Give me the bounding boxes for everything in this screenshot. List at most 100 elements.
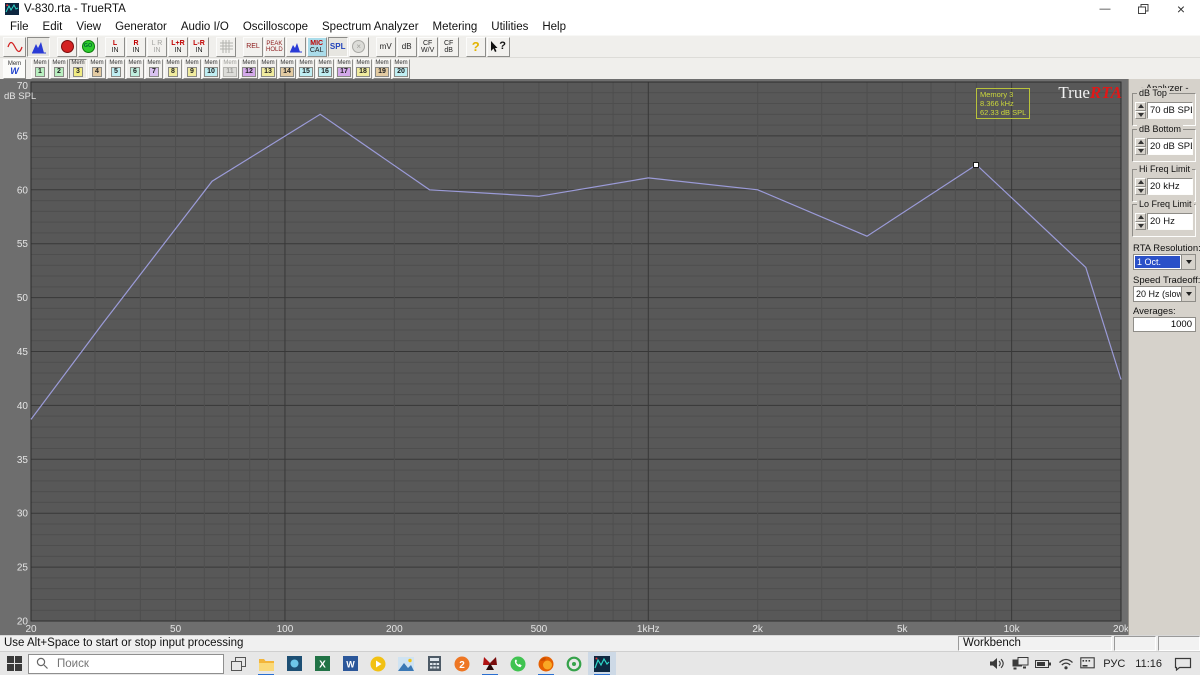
stop-button[interactable] bbox=[57, 36, 77, 57]
language-indicator[interactable]: РУС bbox=[1101, 658, 1127, 670]
peak-hold-button[interactable]: PEAK HOLD bbox=[264, 36, 285, 57]
l-minus-r-input-button[interactable]: L-R IN bbox=[189, 36, 209, 57]
menu-oscilloscope[interactable]: Oscilloscope bbox=[236, 20, 315, 34]
mem-button-7[interactable]: Mem 7 bbox=[145, 58, 163, 79]
crest-factor-db-button[interactable]: CF dB bbox=[438, 36, 459, 57]
l-plus-r-input-button[interactable]: L+R IN bbox=[168, 36, 188, 57]
menu-file[interactable]: File bbox=[3, 20, 36, 34]
mem-button-12[interactable]: Mem 12 bbox=[240, 58, 258, 79]
taskbar-app-firefox[interactable] bbox=[532, 652, 560, 675]
db-top-field[interactable]: 70 dB SPL bbox=[1147, 102, 1193, 119]
menu-audio-i-o[interactable]: Audio I/O bbox=[174, 20, 236, 34]
action-center-icon[interactable] bbox=[1174, 657, 1192, 671]
generator-sine-button[interactable] bbox=[3, 36, 26, 57]
taskbar-app-2gis[interactable]: 2 bbox=[448, 652, 476, 675]
spectrum-analyzer-button[interactable] bbox=[27, 36, 50, 57]
menu-generator[interactable]: Generator bbox=[108, 20, 174, 34]
context-help-button[interactable]: ? bbox=[486, 36, 510, 57]
taskbar-app-whatsapp[interactable] bbox=[504, 652, 532, 675]
menu-utilities[interactable]: Utilities bbox=[484, 20, 535, 34]
hi-freq-field[interactable]: 20 kHz bbox=[1147, 178, 1193, 195]
search-input[interactable] bbox=[55, 656, 195, 671]
taskbar-app-word[interactable]: W bbox=[336, 652, 364, 675]
svg-text:W: W bbox=[346, 660, 355, 670]
hi-freq-up-button[interactable] bbox=[1135, 178, 1146, 187]
taskbar-app-calculator[interactable] bbox=[420, 652, 448, 675]
left-input-button[interactable]: L IN bbox=[105, 36, 125, 57]
mem-button-3[interactable]: Mem 3 bbox=[69, 58, 87, 79]
hi-freq-down-button[interactable] bbox=[1135, 186, 1146, 195]
mem-button-6[interactable]: Mem 6 bbox=[126, 58, 144, 79]
taskbar-app-photos[interactable] bbox=[280, 652, 308, 675]
battery-icon[interactable] bbox=[1035, 658, 1052, 670]
volume-icon[interactable] bbox=[989, 657, 1006, 670]
clock[interactable]: 11:16 bbox=[1133, 658, 1164, 670]
lo-freq-field[interactable]: 20 Hz bbox=[1147, 213, 1193, 230]
mem-number: 7 bbox=[149, 67, 159, 77]
mem-button-13[interactable]: Mem 13 bbox=[259, 58, 277, 79]
mem-button-17[interactable]: Mem 17 bbox=[335, 58, 353, 79]
minimize-button[interactable]: — bbox=[1086, 0, 1124, 18]
dropdown-arrow-icon[interactable] bbox=[1181, 287, 1195, 301]
wifi-icon[interactable] bbox=[1058, 658, 1074, 670]
db-units-button[interactable]: dB bbox=[396, 36, 417, 57]
spl-button[interactable]: SPL bbox=[327, 36, 348, 57]
mini-spectrum-button[interactable] bbox=[285, 36, 306, 57]
db-bottom-spinner bbox=[1135, 138, 1146, 155]
mem-button-5[interactable]: Mem 5 bbox=[107, 58, 125, 79]
monitor-icon[interactable] bbox=[1012, 657, 1029, 670]
menu-edit[interactable]: Edit bbox=[36, 20, 70, 34]
lo-freq-up-button[interactable] bbox=[1135, 213, 1146, 222]
mem-button-19[interactable]: Mem 19 bbox=[373, 58, 391, 79]
mem-button-15[interactable]: Mem 15 bbox=[297, 58, 315, 79]
mem-button-w[interactable]: Mem W bbox=[3, 58, 26, 79]
menu-view[interactable]: View bbox=[69, 20, 108, 34]
keyboard-layout-icon[interactable] bbox=[1080, 657, 1095, 670]
rta-resolution-dropdown[interactable]: 1 Oct. bbox=[1133, 254, 1196, 270]
menu-help[interactable]: Help bbox=[535, 20, 573, 34]
right-input-button[interactable]: R IN bbox=[126, 36, 146, 57]
taskbar-app-explorer[interactable] bbox=[252, 652, 280, 675]
taskbar-app-green-ring[interactable] bbox=[560, 652, 588, 675]
svg-text:40: 40 bbox=[17, 401, 29, 412]
taskbar-app-excel[interactable]: X bbox=[308, 652, 336, 675]
db-top-up-button[interactable] bbox=[1135, 102, 1146, 111]
taskbar-app-red[interactable] bbox=[476, 652, 504, 675]
menu-metering[interactable]: Metering bbox=[426, 20, 485, 34]
db-bottom-up-button[interactable] bbox=[1135, 138, 1146, 147]
mem-button-2[interactable]: Mem 2 bbox=[50, 58, 68, 79]
go-button[interactable]: GO bbox=[78, 36, 98, 57]
restore-button[interactable] bbox=[1124, 0, 1162, 18]
taskbar-app-truerta[interactable] bbox=[588, 651, 616, 675]
mem-button-16[interactable]: Mem 16 bbox=[316, 58, 334, 79]
lo-freq-down-button[interactable] bbox=[1135, 221, 1146, 230]
taskbar-search[interactable] bbox=[28, 653, 224, 674]
rel-button[interactable]: REL bbox=[243, 36, 263, 57]
mem-button-1[interactable]: Mem 1 bbox=[31, 58, 49, 79]
mem-button-14[interactable]: Mem 14 bbox=[278, 58, 296, 79]
chart-marker[interactable] bbox=[973, 162, 979, 168]
menu-spectrum-analyzer[interactable]: Spectrum Analyzer bbox=[315, 20, 426, 34]
start-button[interactable] bbox=[0, 652, 28, 675]
mem-button-20[interactable]: Mem 20 bbox=[392, 58, 410, 79]
db-top-down-button[interactable] bbox=[1135, 110, 1146, 119]
speed-tradeoff-dropdown[interactable]: 20 Hz (slow) bbox=[1133, 286, 1196, 302]
mem-button-4[interactable]: Mem 4 bbox=[88, 58, 106, 79]
mv-units-button[interactable]: mV bbox=[375, 36, 396, 57]
averages-input[interactable] bbox=[1133, 317, 1196, 332]
mem-button-18[interactable]: Mem 18 bbox=[354, 58, 372, 79]
mem-button-8[interactable]: Mem 8 bbox=[164, 58, 182, 79]
mem-button-9[interactable]: Mem 9 bbox=[183, 58, 201, 79]
mic-cal-button[interactable]: MIC CAL bbox=[306, 36, 327, 57]
db-bottom-field[interactable]: 20 dB SPL bbox=[1147, 138, 1193, 155]
task-view-button[interactable] bbox=[224, 652, 252, 675]
close-button[interactable]: × bbox=[1162, 0, 1200, 18]
mem-button-10[interactable]: Mem 10 bbox=[202, 58, 220, 79]
db-bottom-down-button[interactable] bbox=[1135, 146, 1146, 155]
speed-tradeoff-label: Speed Tradeoff: bbox=[1133, 275, 1200, 286]
dropdown-arrow-icon[interactable] bbox=[1181, 255, 1195, 269]
crest-factor-wv-button[interactable]: CF W/V bbox=[417, 36, 438, 57]
help-button[interactable]: ? bbox=[465, 36, 486, 57]
taskbar-app-photo-viewer[interactable] bbox=[392, 652, 420, 675]
taskbar-app-media-player[interactable] bbox=[364, 652, 392, 675]
